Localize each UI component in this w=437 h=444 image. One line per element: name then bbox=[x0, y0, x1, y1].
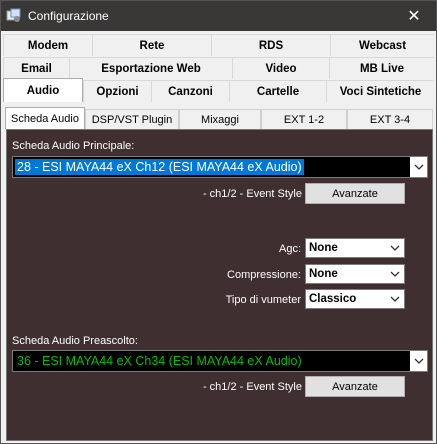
main-card-label: Scheda Audio Principale: bbox=[12, 140, 135, 152]
subtab-mixaggi[interactable]: Mixaggi bbox=[179, 109, 261, 129]
tab-opzioni[interactable]: Opzioni bbox=[83, 80, 151, 102]
subtab-ext-3-4[interactable]: EXT 3-4 bbox=[347, 109, 433, 129]
title-bar: Configurazione ✕ bbox=[1, 1, 436, 31]
preview-card-status: - ch1/2 - Event Style bbox=[202, 381, 302, 393]
tab-row-3: Audio Opzioni Canzoni Cartelle Voci Sint… bbox=[3, 78, 434, 102]
chevron-down-icon bbox=[390, 271, 400, 277]
subtab-ext-1-2[interactable]: EXT 1-2 bbox=[261, 109, 347, 129]
close-button[interactable]: ✕ bbox=[392, 1, 436, 31]
tab-rete[interactable]: Rete bbox=[92, 34, 211, 56]
tab-email[interactable]: Email bbox=[3, 57, 69, 79]
agc-value: None bbox=[309, 242, 338, 254]
compression-value: None bbox=[309, 268, 338, 280]
vumeter-label: Tipo di vumeter bbox=[225, 294, 301, 306]
tab-voci-sintetiche[interactable]: Voci Sintetiche bbox=[326, 80, 434, 102]
main-card-selected-value: 28 - ESI MAYA44 eX Ch12 (ESI MAYA44 eX A… bbox=[15, 159, 304, 175]
tab-row-1: Modem Rete RDS Webcast bbox=[3, 34, 434, 56]
config-window: Configurazione ✕ Modem Rete RDS Webcast … bbox=[0, 0, 437, 444]
main-card-select[interactable]: 28 - ESI MAYA44 eX Ch12 (ESI MAYA44 eX A… bbox=[12, 156, 428, 178]
preview-card-selected-value: 36 - ESI MAYA44 eX Ch34 (ESI MAYA44 eX A… bbox=[17, 354, 302, 368]
tab-cartelle[interactable]: Cartelle bbox=[229, 80, 326, 102]
tab-canzoni[interactable]: Canzoni bbox=[151, 80, 229, 102]
preview-card-label: Scheda Audio Preascolto: bbox=[12, 335, 138, 347]
tab-row-2: Email Esportazione Web Video MB Live bbox=[3, 57, 434, 79]
app-icon bbox=[6, 8, 22, 24]
audio-card-panel: Scheda Audio Principale: 28 - ESI MAYA44… bbox=[6, 129, 433, 441]
preview-card-select[interactable]: 36 - ESI MAYA44 eX Ch34 (ESI MAYA44 eX A… bbox=[12, 350, 428, 372]
main-card-status: - ch1/2 - Event Style bbox=[202, 188, 302, 200]
chevron-down-icon bbox=[410, 351, 427, 371]
tab-webcast[interactable]: Webcast bbox=[330, 34, 434, 56]
chevron-down-icon bbox=[390, 245, 400, 251]
subtab-strip: Scheda Audio DSP/VST Plugin Mixaggi EXT … bbox=[5, 107, 433, 129]
tab-video[interactable]: Video bbox=[232, 57, 329, 79]
main-advanced-button[interactable]: Avanzate bbox=[305, 183, 405, 204]
tab-audio[interactable]: Audio bbox=[3, 78, 83, 102]
window-title: Configurazione bbox=[28, 9, 109, 23]
chevron-down-icon bbox=[390, 296, 400, 302]
agc-label: Agc: bbox=[278, 243, 301, 255]
compression-label: Compressione: bbox=[227, 269, 301, 281]
preview-advanced-button[interactable]: Avanzate bbox=[305, 376, 405, 397]
subtab-dsp-vst-plugin[interactable]: DSP/VST Plugin bbox=[85, 109, 179, 129]
subtab-scheda-audio[interactable]: Scheda Audio bbox=[5, 107, 85, 129]
agc-select[interactable]: None bbox=[305, 238, 405, 258]
compression-select[interactable]: None bbox=[305, 264, 405, 284]
vumeter-select[interactable]: Classico bbox=[305, 289, 405, 309]
tab-rds[interactable]: RDS bbox=[211, 34, 330, 56]
vumeter-value: Classico bbox=[309, 293, 357, 305]
tab-esportazione-web[interactable]: Esportazione Web bbox=[69, 57, 232, 79]
tab-modem[interactable]: Modem bbox=[3, 34, 92, 56]
tab-mb-live[interactable]: MB Live bbox=[329, 57, 434, 79]
chevron-down-icon bbox=[410, 157, 427, 177]
